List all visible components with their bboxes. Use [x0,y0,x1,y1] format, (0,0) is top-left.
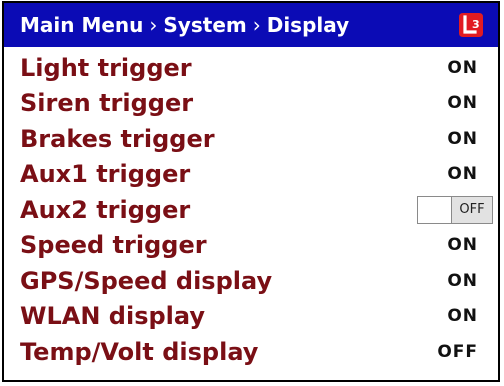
row-label: GPS/Speed display [20,266,273,295]
row-label: Speed trigger [20,231,207,260]
row-label: Light trigger [20,53,192,82]
row-light-trigger[interactable]: Light trigger ON [4,50,498,86]
settings-list: Light trigger ON Siren trigger ON Brakes… [4,47,498,370]
row-value: ON [447,164,478,185]
row-value: OFF [437,341,478,362]
row-value: ON [447,306,478,327]
toggle-state-label: OFF [451,196,492,223]
toggle-track [418,196,451,223]
row-gps-speed-display[interactable]: GPS/Speed display ON [4,263,498,299]
l3-logo-icon: 3 [458,12,484,38]
row-wlan-display[interactable]: WLAN display ON [4,299,498,335]
row-value: ON [447,93,478,114]
row-siren-trigger[interactable]: Siren trigger ON [4,86,498,122]
breadcrumb: Main Menu › System › Display [20,13,458,37]
breadcrumb-main-menu[interactable]: Main Menu [20,13,143,37]
row-temp-volt-display[interactable]: Temp/Volt display OFF [4,334,498,370]
row-value: ON [447,57,478,78]
row-label: WLAN display [20,302,205,331]
breadcrumb-separator: › [252,13,261,37]
aux2-toggle-switch[interactable]: OFF [417,195,493,224]
row-label: Brakes trigger [20,124,215,153]
row-label: Temp/Volt display [20,337,259,366]
row-value: ON [447,128,478,149]
svg-text:3: 3 [472,18,480,31]
row-aux1-trigger[interactable]: Aux1 trigger ON [4,157,498,193]
display-settings-screen: Main Menu › System › Display 3 Light tri… [2,1,500,382]
row-value: ON [447,270,478,291]
breadcrumb-system[interactable]: System [163,13,246,37]
row-value: ON [447,235,478,256]
row-label: Aux2 trigger [20,195,191,224]
breadcrumb-display: Display [266,13,350,37]
header-bar: Main Menu › System › Display 3 [4,3,498,47]
row-label: Siren trigger [20,89,194,118]
row-aux2-trigger[interactable]: Aux2 trigger OFF [4,192,498,228]
row-speed-trigger[interactable]: Speed trigger ON [4,228,498,264]
row-label: Aux1 trigger [20,160,191,189]
breadcrumb-separator: › [149,13,158,37]
row-brakes-trigger[interactable]: Brakes trigger ON [4,121,498,157]
